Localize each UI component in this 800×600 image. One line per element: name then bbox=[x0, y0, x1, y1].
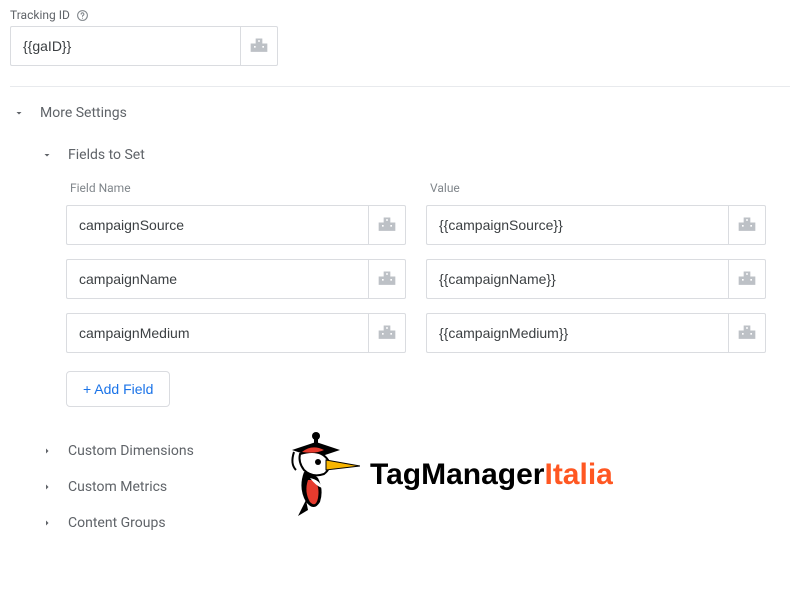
content-groups-toggle[interactable]: Content Groups bbox=[38, 505, 790, 541]
brick-icon bbox=[377, 217, 397, 233]
field-row bbox=[66, 259, 790, 299]
more-settings-toggle[interactable]: More Settings bbox=[10, 101, 790, 125]
variable-picker-button[interactable] bbox=[728, 313, 766, 353]
field-value-input[interactable] bbox=[426, 259, 728, 299]
field-name-header: Field Name bbox=[66, 181, 406, 195]
variable-picker-button[interactable] bbox=[368, 313, 406, 353]
fields-to-set-toggle[interactable]: Fields to Set bbox=[38, 143, 790, 167]
custom-dimensions-toggle[interactable]: Custom Dimensions bbox=[38, 433, 790, 469]
tracking-id-input[interactable] bbox=[10, 26, 240, 66]
value-header: Value bbox=[426, 181, 766, 195]
field-name-input[interactable] bbox=[66, 259, 368, 299]
chevron-down-icon bbox=[10, 107, 28, 119]
variable-picker-button[interactable] bbox=[240, 26, 278, 66]
field-row bbox=[66, 205, 790, 245]
custom-metrics-toggle[interactable]: Custom Metrics bbox=[38, 469, 790, 505]
help-icon[interactable] bbox=[76, 9, 89, 22]
fields-to-set-label: Fields to Set bbox=[68, 147, 145, 163]
field-value-input[interactable] bbox=[426, 205, 728, 245]
chevron-right-icon bbox=[38, 481, 56, 493]
variable-picker-button[interactable] bbox=[368, 259, 406, 299]
add-field-button[interactable]: + Add Field bbox=[66, 371, 170, 407]
custom-metrics-label: Custom Metrics bbox=[68, 479, 167, 495]
divider bbox=[10, 86, 790, 87]
custom-dimensions-label: Custom Dimensions bbox=[68, 443, 194, 459]
brick-icon bbox=[737, 217, 757, 233]
field-name-input[interactable] bbox=[66, 313, 368, 353]
field-row bbox=[66, 313, 790, 353]
field-name-input[interactable] bbox=[66, 205, 368, 245]
brick-icon bbox=[249, 38, 269, 54]
chevron-right-icon bbox=[38, 445, 56, 457]
content-groups-label: Content Groups bbox=[68, 515, 166, 531]
tracking-id-label: Tracking ID bbox=[10, 8, 70, 22]
variable-picker-button[interactable] bbox=[368, 205, 406, 245]
more-settings-label: More Settings bbox=[40, 105, 127, 121]
brick-icon bbox=[737, 325, 757, 341]
variable-picker-button[interactable] bbox=[728, 259, 766, 299]
variable-picker-button[interactable] bbox=[728, 205, 766, 245]
brick-icon bbox=[377, 271, 397, 287]
brick-icon bbox=[737, 271, 757, 287]
field-value-input[interactable] bbox=[426, 313, 728, 353]
brick-icon bbox=[377, 325, 397, 341]
chevron-down-icon bbox=[38, 149, 56, 161]
chevron-right-icon bbox=[38, 517, 56, 529]
